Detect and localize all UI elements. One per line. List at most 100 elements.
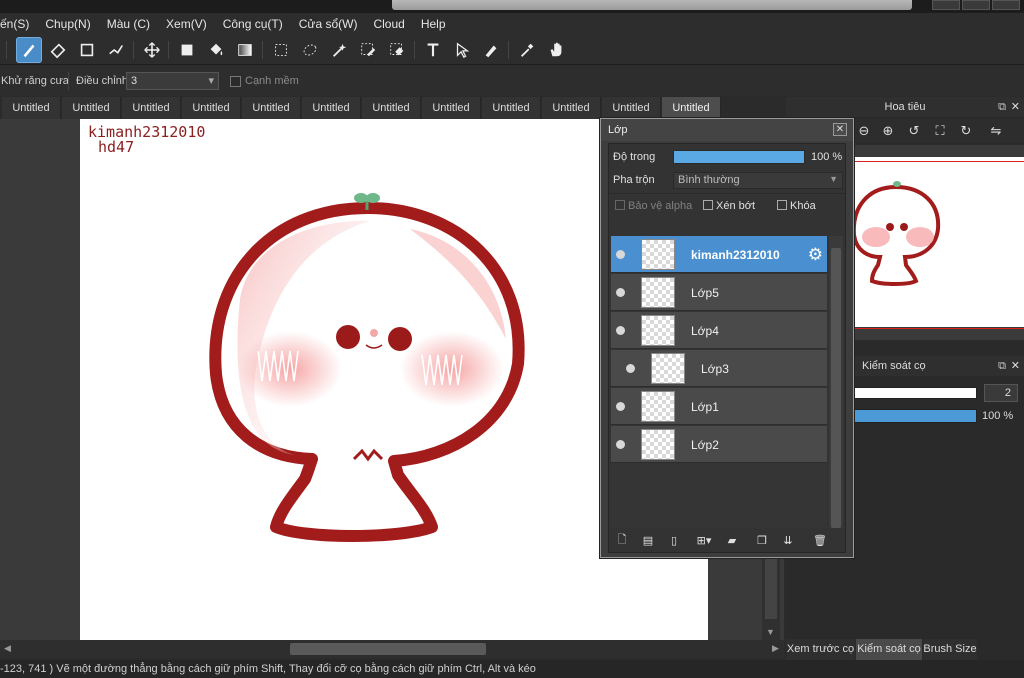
- protect-alpha-checkbox[interactable]: [615, 200, 625, 210]
- document-tab[interactable]: Untitled: [602, 97, 661, 119]
- layer-item[interactable]: Lớp2: [611, 426, 827, 463]
- trash-icon[interactable]: 🗑: [811, 531, 829, 549]
- rect-select-tool-button[interactable]: [268, 37, 294, 63]
- layer-scroll-thumb[interactable]: [831, 248, 841, 528]
- lock-checkbox[interactable]: [777, 200, 787, 210]
- bucket-tool-button[interactable]: [203, 37, 229, 63]
- document-tab[interactable]: Untitled: [482, 97, 541, 119]
- scroll-right-icon[interactable]: ▶: [772, 643, 779, 654]
- layer-opacity-slider[interactable]: [673, 150, 805, 164]
- new-1bit-layer-icon[interactable]: ▯: [665, 531, 683, 549]
- menu-item-help[interactable]: Help: [413, 17, 454, 31]
- tab-brush-control[interactable]: Kiểm soát cọ: [856, 639, 922, 660]
- visibility-eye-icon[interactable]: [616, 402, 625, 411]
- visibility-eye-icon[interactable]: [616, 250, 625, 259]
- brush-size-slider[interactable]: [852, 387, 977, 399]
- clipping-checkbox[interactable]: [703, 200, 713, 210]
- layer-item[interactable]: Lớp1: [611, 388, 827, 425]
- minimize-button[interactable]: [932, 0, 960, 10]
- lasso-tool-button[interactable]: [297, 37, 323, 63]
- close-icon[interactable]: ✕: [1011, 356, 1020, 376]
- duplicate-layer-icon[interactable]: ❐: [753, 531, 771, 549]
- flip-icon[interactable]: ⇋: [986, 121, 1006, 141]
- tab-brush-preview[interactable]: Xem trước cọ: [786, 639, 855, 660]
- layer-item[interactable]: Lớp5: [611, 274, 827, 311]
- menu-item-color[interactable]: Màu (C): [99, 17, 158, 31]
- visibility-eye-icon[interactable]: [626, 364, 635, 373]
- fill-rect-tool-button[interactable]: [174, 37, 200, 63]
- undock-icon[interactable]: ⧉: [998, 356, 1006, 376]
- fit-window-icon[interactable]: ⛶: [930, 121, 950, 141]
- visibility-eye-icon[interactable]: [616, 440, 625, 449]
- menu-item-select[interactable]: ến(S): [0, 17, 37, 31]
- document-tab[interactable]: Untitled: [542, 97, 601, 119]
- line-tool-button[interactable]: [103, 37, 129, 63]
- scroll-left-icon[interactable]: ◀: [4, 643, 11, 654]
- document-tab[interactable]: Untitled: [242, 97, 301, 119]
- document-tab[interactable]: Untitled: [422, 97, 481, 119]
- zoom-out-icon[interactable]: ⊖: [854, 121, 874, 141]
- layer-item[interactable]: kimanh2312010 ⚙: [611, 236, 827, 273]
- eraser-tool-button[interactable]: [45, 37, 71, 63]
- menu-item-tools[interactable]: Công cụ(T): [215, 17, 291, 31]
- menu-item-cloud[interactable]: Cloud: [365, 17, 412, 31]
- protect-alpha-option[interactable]: Bảo vệ alpha: [615, 200, 692, 212]
- rotate-left-icon[interactable]: ↺: [904, 121, 924, 141]
- document-tab[interactable]: Untitled: [2, 97, 61, 119]
- zoom-in-icon[interactable]: ⊕: [878, 121, 898, 141]
- select-eraser-tool-button[interactable]: [384, 37, 410, 63]
- divide-tool-button[interactable]: [478, 37, 504, 63]
- canvas-horizontal-scrollbar[interactable]: ◀ ▶: [0, 640, 784, 658]
- brush-tool-button[interactable]: [16, 37, 42, 63]
- blend-mode-select[interactable]: Bình thường ▼: [673, 172, 843, 189]
- undock-icon[interactable]: ⧉: [998, 97, 1006, 117]
- gradient-tool-button[interactable]: [232, 37, 258, 63]
- document-tab[interactable]: Untitled: [302, 97, 361, 119]
- visibility-eye-icon[interactable]: [616, 288, 625, 297]
- clipping-option[interactable]: Xén bớt: [703, 200, 755, 212]
- gear-icon[interactable]: ⚙: [808, 245, 823, 265]
- close-window-button[interactable]: [992, 0, 1020, 10]
- hand-tool-button[interactable]: [543, 37, 569, 63]
- layer-panel-title[interactable]: Lớp: [601, 119, 853, 141]
- scroll-down-icon[interactable]: ▼: [766, 627, 775, 637]
- shape-tool-button[interactable]: [74, 37, 100, 63]
- document-tab[interactable]: Untitled: [662, 97, 721, 119]
- text-tool-button[interactable]: [420, 37, 446, 63]
- smooth-edge-checkbox[interactable]: [230, 76, 241, 87]
- merge-down-icon[interactable]: ⇊: [779, 531, 797, 549]
- layer-item[interactable]: Lớp3: [611, 350, 827, 387]
- document-tab[interactable]: Untitled: [182, 97, 241, 119]
- brush-size-value[interactable]: 2: [984, 384, 1018, 402]
- close-icon[interactable]: ✕: [1011, 97, 1020, 117]
- folder-icon[interactable]: ▰: [723, 531, 741, 549]
- brush-control-title: Kiểm soát cọ: [862, 360, 926, 372]
- operation-tool-button[interactable]: [449, 37, 475, 63]
- maximize-button[interactable]: [962, 0, 990, 10]
- new-8bit-layer-icon[interactable]: ▤: [639, 531, 657, 549]
- horizontal-scroll-thumb[interactable]: [290, 643, 486, 655]
- layer-list-scrollbar[interactable]: [829, 236, 843, 542]
- magic-wand-tool-button[interactable]: [326, 37, 352, 63]
- tab-brush-size[interactable]: Brush Size: [923, 639, 977, 660]
- new-layer-icon[interactable]: 🗋: [613, 531, 631, 549]
- menu-item-window[interactable]: Cửa sổ(W): [291, 17, 366, 31]
- lock-option[interactable]: Khóa: [777, 200, 816, 212]
- document-tab[interactable]: Untitled: [122, 97, 181, 119]
- document-tab[interactable]: Untitled: [362, 97, 421, 119]
- select-pen-tool-button[interactable]: [355, 37, 381, 63]
- antialias-label[interactable]: Khử răng cưa: [1, 75, 69, 87]
- square-outline-icon: [80, 43, 94, 57]
- visibility-eye-icon[interactable]: [616, 326, 625, 335]
- brush-opacity-slider[interactable]: [852, 409, 977, 423]
- layer-item[interactable]: Lớp4: [611, 312, 827, 349]
- menu-item-view[interactable]: Xem(V): [158, 17, 215, 31]
- new-special-layer-icon[interactable]: ⊞▾: [691, 531, 717, 549]
- adjust-select[interactable]: 3 ▾: [126, 72, 219, 90]
- menu-item-snap[interactable]: Chụp(N): [37, 17, 98, 31]
- close-icon[interactable]: ✕: [833, 123, 847, 136]
- eyedropper-tool-button[interactable]: [514, 37, 540, 63]
- rotate-right-icon[interactable]: ↻: [956, 121, 976, 141]
- move-tool-button[interactable]: [139, 37, 165, 63]
- document-tab[interactable]: Untitled: [62, 97, 121, 119]
